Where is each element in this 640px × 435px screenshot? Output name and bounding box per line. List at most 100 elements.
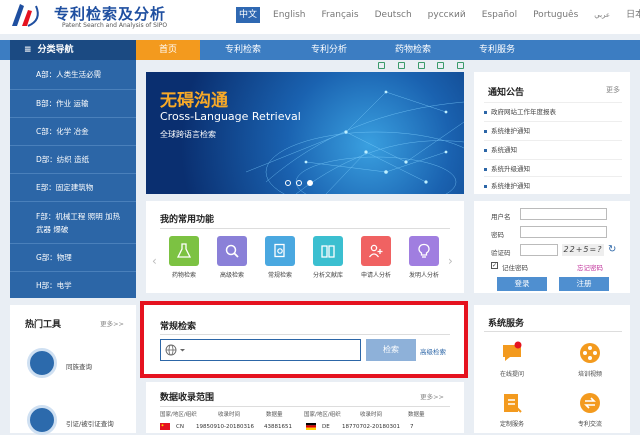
table-header: 国家/地区/组织 — [160, 412, 197, 418]
sidebar-item-a[interactable]: A部：人类生活必需 — [10, 60, 136, 90]
captcha-label: 验证码 — [491, 249, 511, 257]
sidebar-item-e[interactable]: E部：固定建筑物 — [10, 174, 136, 202]
service-exchange[interactable]: 专利交流 — [560, 391, 620, 428]
login-button[interactable]: 登录 — [497, 277, 547, 291]
remember-label: 记住密码 — [502, 264, 528, 272]
category-nav-title: 分类导航 — [37, 45, 74, 55]
notice-item[interactable]: 系统维护通知 — [484, 121, 622, 140]
notice-item[interactable]: 系统通知 — [484, 140, 622, 159]
func-inventor-analysis[interactable]: 发明人分析 — [404, 236, 444, 279]
notice-more-link[interactable]: 更多 — [606, 85, 620, 95]
lang-es[interactable]: Español — [479, 7, 520, 23]
carousel-dot-1[interactable] — [285, 180, 291, 186]
chat-icon — [503, 341, 522, 361]
share-icon[interactable] — [437, 62, 445, 69]
forgot-password-link[interactable]: 忘记密码 — [577, 262, 603, 272]
func-analysis-library[interactable]: 分析文献库 — [308, 236, 348, 279]
sidebar-item-c[interactable]: C部：化学 冶金 — [10, 118, 136, 146]
bulb-icon — [409, 236, 439, 266]
scope-more-link[interactable]: 更多>> — [420, 391, 444, 401]
lang-zh[interactable]: 中文 — [236, 7, 261, 23]
notice-item[interactable]: 系统维护通知 — [484, 176, 622, 195]
lang-de[interactable]: Deutsch — [372, 7, 415, 23]
banner-subtitle: Cross-Language Retrieval — [160, 110, 301, 123]
lang-pt[interactable]: Português — [530, 7, 581, 23]
image-icon[interactable] — [417, 62, 425, 69]
tools-more-link[interactable]: 更多>> — [100, 318, 124, 328]
nav-drug-search[interactable]: 药物检索 — [380, 40, 446, 60]
table-header: 数据量 — [408, 412, 425, 418]
film-reel-icon — [580, 343, 600, 363]
service-online-question[interactable]: 在线提问 — [482, 341, 542, 378]
nav-patent-search[interactable]: 专利检索 — [210, 40, 276, 60]
advanced-search-link[interactable]: 高级检索 — [420, 346, 446, 356]
hot-tools-panel: 热门工具 更多>> 同族查询 引证/被引证查询 — [10, 305, 136, 435]
table-cell: CN — [176, 424, 184, 430]
table-cell: 19850910-20180316 — [196, 424, 254, 430]
table-header: 国家/地区/组织 — [304, 412, 341, 418]
func-drug-search[interactable]: 药物检索 — [164, 236, 204, 279]
fullscreen-icon[interactable] — [397, 62, 405, 69]
tools-title: 热门工具 — [25, 320, 62, 330]
password-input[interactable] — [520, 226, 607, 238]
service-custom[interactable]: 定制服务 — [482, 391, 542, 428]
lang-ja[interactable]: 日本語 — [623, 7, 640, 23]
common-functions-panel: 我的常用功能 ‹ › 药物检索 高级检索 常规检索 分析文献库 申请人分析 发明… — [146, 201, 464, 293]
captcha-input[interactable] — [520, 244, 558, 256]
chevron-left-icon[interactable]: ‹ — [152, 254, 157, 268]
site-title[interactable]: 专利检索及分析 — [54, 3, 166, 24]
sidebar-item-b[interactable]: B部：作业 运输 — [10, 90, 136, 118]
func-applicant-analysis[interactable]: 申请人分析 — [356, 236, 396, 279]
sipo-logo — [12, 4, 39, 27]
menu-icon: ≡ — [24, 45, 32, 55]
nav-patent-analysis[interactable]: 专利分析 — [296, 40, 362, 60]
lang-fr[interactable]: Français — [319, 7, 362, 23]
carousel-dot-2[interactable] — [296, 180, 302, 186]
lang-ar[interactable]: عربي — [591, 7, 613, 23]
lang-ru[interactable]: русский — [425, 7, 469, 23]
flask-icon — [169, 236, 199, 266]
chevron-right-icon[interactable]: › — [448, 254, 453, 268]
notice-item[interactable]: 政府网站工作年度报表 — [484, 102, 622, 121]
username-input[interactable] — [520, 208, 607, 220]
sidebar-item-h[interactable]: H部：电学 — [10, 272, 136, 298]
settings-icon[interactable] — [457, 62, 464, 69]
lang-en[interactable]: English — [270, 7, 309, 23]
search-button[interactable]: 检索 — [366, 339, 416, 361]
table-header: 收录时间 — [218, 412, 241, 418]
nav-patent-service[interactable]: 专利服务 — [464, 40, 530, 60]
scope-title: 数据收录范围 — [160, 393, 215, 403]
func-advanced-search[interactable]: 高级检索 — [212, 236, 252, 279]
sidebar-item-g[interactable]: G部：物理 — [10, 244, 136, 272]
tool-citation-search[interactable]: 引证/被引证查询 — [66, 418, 114, 428]
services-title: 系统服务 — [488, 319, 525, 329]
refresh-icon[interactable]: ↻ — [608, 244, 616, 255]
banner-carousel[interactable]: 无碍沟通 Cross-Language Retrieval 全球跨语言检索 — [146, 72, 464, 194]
globe-icon[interactable] — [165, 344, 189, 356]
sidebar-item-d[interactable]: D部：纺织 造纸 — [10, 146, 136, 174]
search-input[interactable] — [160, 339, 361, 361]
login-panel: 用户名 密码 验证码 22+5=? ↻ ✓ 记住密码 忘记密码 登录 注册 — [474, 201, 630, 293]
table-cell: 18770702-20180301 — [342, 424, 400, 430]
category-nav-header: ≡ 分类导航 — [10, 40, 136, 60]
system-services-panel: 系统服务 在线提问 培训视频 定制服务 专利交流 — [474, 305, 630, 433]
family-search-icon[interactable] — [27, 348, 57, 378]
notice-panel: 通知公告 更多 政府网站工作年度报表 系统维护通知 系统通知 系统升级通知 系统… — [474, 72, 630, 194]
regular-search-panel: 常规检索 检索 高级检索 — [140, 301, 468, 378]
exchange-icon — [580, 393, 600, 413]
table-cell: DE — [322, 424, 330, 430]
remember-checkbox[interactable]: ✓ — [491, 262, 498, 269]
book-icon — [313, 236, 343, 266]
custom-doc-icon — [504, 394, 522, 413]
citation-search-icon[interactable] — [27, 405, 57, 435]
service-training-video[interactable]: 培训视频 — [560, 341, 620, 378]
carousel-dot-3[interactable] — [307, 180, 313, 186]
banner-title: 无碍沟通 — [160, 91, 228, 111]
register-button[interactable]: 注册 — [559, 277, 609, 291]
bookmark-icon[interactable] — [378, 62, 385, 69]
top-header: 专利检索及分析 Patent Search and Analysis of SI… — [0, 0, 640, 34]
tool-family-search[interactable]: 同族查询 — [66, 361, 92, 371]
nav-home[interactable]: 首页 — [136, 40, 200, 60]
func-regular-search[interactable]: 常规检索 — [260, 236, 300, 279]
sidebar-item-f[interactable]: F部：机械工程 照明 加热 武器 爆破 — [10, 202, 136, 244]
